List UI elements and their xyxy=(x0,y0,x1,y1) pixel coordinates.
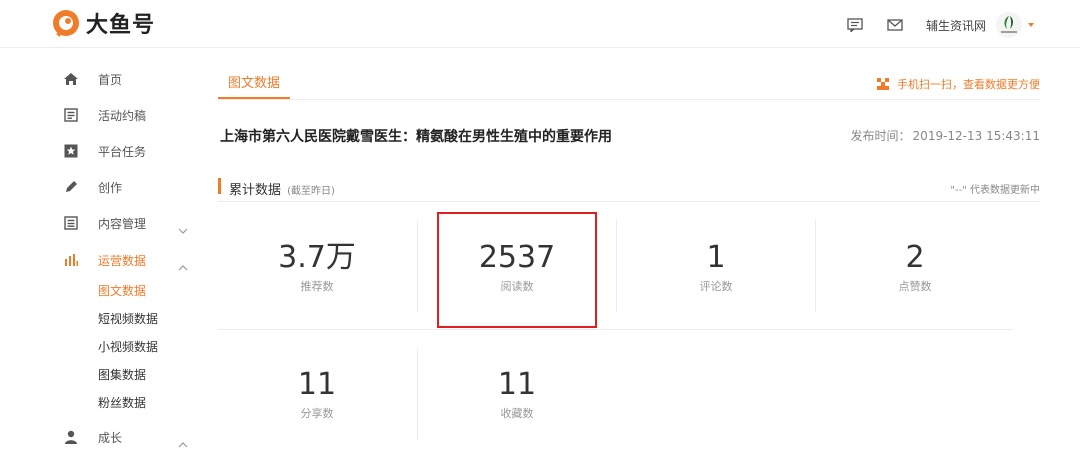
chevron-up-icon[interactable] xyxy=(178,256,188,271)
stat-shares: 11 分享数 xyxy=(218,367,416,421)
stat-label: 推荐数 xyxy=(300,280,334,293)
sidebar-item-label: 创作 xyxy=(98,180,123,195)
sidebar-item-activity[interactable]: 活动约稿 xyxy=(62,106,146,124)
chevron-down-icon[interactable] xyxy=(178,219,188,234)
account-dropdown-caret-icon[interactable] xyxy=(1028,23,1034,27)
stats-row-divider xyxy=(218,329,1013,330)
pen-icon xyxy=(62,178,80,196)
section-subtitle: (截至昨日) xyxy=(287,186,335,197)
stat-value: 11 xyxy=(297,367,337,402)
section-title-text: 累计数据 xyxy=(229,183,282,198)
sidebar-item-tasks[interactable]: 平台任务 xyxy=(62,142,146,160)
stat-label: 点赞数 xyxy=(898,280,932,293)
sidebar-subitem-gallery-data[interactable]: 图集数据 xyxy=(98,366,146,383)
top-header: 大鱼号 辅生资讯网 xyxy=(0,0,1080,48)
publish-time-label: 发布时间： xyxy=(850,129,911,143)
sidebar-item-operations[interactable]: 运营数据 xyxy=(62,251,146,269)
stat-likes: 2 点赞数 xyxy=(816,240,1014,294)
tab-divider xyxy=(218,99,1040,100)
scan-tip-link[interactable]: 手机扫一扫，查看数据更方便 xyxy=(877,76,1040,92)
qr-code-icon xyxy=(877,78,889,90)
logo-text: 大鱼号 xyxy=(86,13,156,38)
publish-time: 发布时间： 2019-12-13 15:43:11 xyxy=(851,127,1040,144)
stat-label: 分享数 xyxy=(300,407,334,420)
user-icon xyxy=(62,428,80,446)
sidebar: 首页 活动约稿 平台任务 创作 内容管理 运营数据 图文数据 短视频数据 小视频… xyxy=(0,48,200,457)
sidebar-item-content[interactable]: 内容管理 xyxy=(62,214,146,232)
home-icon xyxy=(62,70,80,88)
sidebar-item-label: 成长 xyxy=(98,430,123,445)
sidebar-subitem-short-video-data[interactable]: 短视频数据 xyxy=(98,310,158,327)
stat-value: 2 xyxy=(905,240,925,275)
list-icon xyxy=(62,214,80,232)
stat-value: 1 xyxy=(706,240,726,275)
message-icon[interactable] xyxy=(846,16,864,34)
stat-value: 3.7万 xyxy=(278,240,356,275)
publish-time-value: 2019-12-13 15:43:11 xyxy=(912,129,1040,143)
read-count-highlight-box xyxy=(437,212,597,328)
stat-comments: 1 评论数 xyxy=(617,240,815,294)
avatar[interactable] xyxy=(996,12,1022,38)
sidebar-item-create[interactable]: 创作 xyxy=(62,178,122,196)
sidebar-item-home[interactable]: 首页 xyxy=(62,70,122,88)
stat-label: 收藏数 xyxy=(500,407,534,420)
document-icon xyxy=(62,106,80,124)
sidebar-subitem-fans-data[interactable]: 粉丝数据 xyxy=(98,394,146,411)
sidebar-subitem-article-data[interactable]: 图文数据 xyxy=(98,282,146,299)
stat-value: 11 xyxy=(497,367,537,402)
sidebar-subitem-mini-video-data[interactable]: 小视频数据 xyxy=(98,338,158,355)
bar-chart-icon xyxy=(62,251,80,269)
chevron-up-icon[interactable] xyxy=(178,433,188,448)
section-note: "--" 代表数据更新中 xyxy=(950,185,1040,196)
section-title: 累计数据 (截至昨日) xyxy=(229,179,335,198)
tab-article-data[interactable]: 图文数据 xyxy=(228,72,280,100)
account-name[interactable]: 辅生资讯网 xyxy=(926,17,986,34)
sidebar-item-label: 运营数据 xyxy=(98,253,147,268)
sidebar-item-label: 首页 xyxy=(98,72,123,87)
stat-favorites: 11 收藏数 xyxy=(418,367,616,421)
sidebar-item-label: 内容管理 xyxy=(98,216,147,231)
mail-icon[interactable] xyxy=(886,16,904,34)
sidebar-item-growth[interactable]: 成长 xyxy=(62,428,122,446)
fish-logo-icon xyxy=(52,8,80,38)
stat-label: 评论数 xyxy=(699,280,733,293)
logo[interactable]: 大鱼号 xyxy=(52,7,155,39)
section-accent-bar xyxy=(218,178,221,194)
stat-recommend: 3.7万 推荐数 xyxy=(218,240,416,294)
sidebar-item-label: 平台任务 xyxy=(98,144,147,159)
section-divider xyxy=(218,201,1040,202)
star-icon xyxy=(62,142,80,160)
sidebar-item-label: 活动约稿 xyxy=(98,108,147,123)
article-title: 上海市第六人民医院戴雪医生：精氨酸在男性生殖中的重要作用 xyxy=(220,129,612,145)
scan-tip-text: 手机扫一扫，查看数据更方便 xyxy=(897,78,1040,91)
